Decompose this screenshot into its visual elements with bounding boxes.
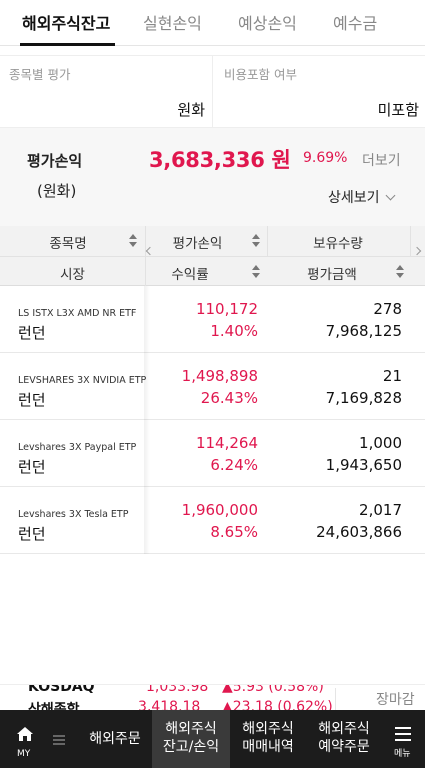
nav-trade-history[interactable]: 해외주식 매매내역 xyxy=(230,710,306,768)
stock-market: 런던 xyxy=(18,525,46,543)
ticker-index-change: ▲5.93 (0.58%) xyxy=(222,684,324,695)
nav-my[interactable]: MY xyxy=(0,710,44,768)
stock-rate: 1.40% xyxy=(210,322,258,340)
ticker-index-value: 1,033.98 xyxy=(146,684,209,695)
stock-value: 24,603,866 xyxy=(316,523,402,541)
summary-rate: 9.69% xyxy=(303,150,348,166)
sort-rate-icon[interactable] xyxy=(252,265,260,279)
nav-reserve-line1: 해외주식 xyxy=(318,721,370,737)
ticker-divider xyxy=(335,688,336,710)
stock-name: LS ISTX L3X AMD NR ETF xyxy=(18,308,137,319)
header-row-2: 시장 수익률 평가금액 xyxy=(0,256,425,286)
header-qty: 보유수량 xyxy=(313,236,363,252)
table-row[interactable]: LEVSHARES 3X NVIDIA ETP 런던 1,498,898 26.… xyxy=(0,353,425,420)
frozen-column-shadow xyxy=(144,286,150,554)
nav-balance[interactable]: 해외주식 잔고/손익 xyxy=(152,710,230,768)
fee-label: 비용포함 여부 xyxy=(224,67,297,82)
chevron-down-icon xyxy=(385,190,395,201)
bottom-navigation: MY 해외주문 해외주식 잔고/손익 해외주식 매매내역 해외주식 예약주문 메… xyxy=(0,710,425,768)
header-divider-1 xyxy=(145,226,146,286)
summary-label: 평가손익 xyxy=(27,152,83,170)
stock-qty: 21 xyxy=(382,367,402,385)
summary-amount: 3,683,336 원 xyxy=(149,148,291,172)
market-ticker[interactable]: KOSDAQ 1,033.98 ▲5.93 (0.58%) 상해종합 3,418… xyxy=(0,684,425,710)
header-market: 시장 xyxy=(60,267,85,283)
nav-history-line2: 매매내역 xyxy=(242,739,294,755)
tab-deposit[interactable]: 예수금 xyxy=(333,10,377,34)
tab-overseas-balance[interactable]: 해외주식잔고 xyxy=(22,10,110,34)
stock-pnl: 1,960,000 xyxy=(181,501,258,519)
stock-qty: 2,017 xyxy=(359,501,402,519)
stock-name: LEVSHARES 3X NVIDIA ETP xyxy=(18,375,147,386)
stock-name: Levshares 3X Tesla ETP xyxy=(18,509,129,520)
nav-reserve-line2: 예약주문 xyxy=(318,739,370,755)
sort-value-icon[interactable] xyxy=(396,265,404,279)
stock-name: Levshares 3X Paypal ETP xyxy=(18,442,137,453)
ticker-index-name: 상해종합 xyxy=(28,702,80,710)
active-tab-indicator xyxy=(20,43,115,46)
summary-currency: (원화) xyxy=(37,182,77,200)
stock-pnl: 1,498,898 xyxy=(181,367,258,385)
fee-select[interactable]: 미포함 xyxy=(219,99,419,120)
valuation-select[interactable]: 원화 xyxy=(5,99,205,120)
sort-pnl-icon[interactable] xyxy=(252,234,260,248)
nav-overseas-order[interactable]: 해외주문 xyxy=(80,710,150,768)
header-name[interactable]: 종목명 xyxy=(0,232,136,252)
header-row-1: 종목명 평가손익 보유수량 xyxy=(0,226,425,256)
nav-order-label: 해외주문 xyxy=(89,731,141,747)
stock-qty: 278 xyxy=(373,300,402,318)
list-icon[interactable] xyxy=(53,735,65,745)
table-row[interactable]: Levshares 3X Paypal ETP 런던 114,264 6.24%… xyxy=(0,420,425,487)
stock-rate: 8.65% xyxy=(210,523,258,541)
stock-rate: 26.43% xyxy=(200,389,258,407)
nav-reserve-label: 해외주식 예약주문 xyxy=(306,720,382,756)
tab-expected-pnl[interactable]: 예상손익 xyxy=(238,10,297,34)
menu-icon[interactable] xyxy=(395,727,411,741)
table-header: 종목명 평가손익 보유수량 시장 수익률 평가금액 xyxy=(0,226,425,286)
tab-realized-pnl[interactable]: 실현손익 xyxy=(143,10,202,34)
detail-button[interactable]: 상세보기 xyxy=(328,187,395,207)
nav-my-label: MY xyxy=(17,749,31,759)
nav-balance-label: 해외주식 잔고/손익 xyxy=(152,720,230,756)
stock-qty: 1,000 xyxy=(359,434,402,452)
filter-panel: 종목별 평가 원화 비용포함 여부 미포함 xyxy=(0,55,425,129)
nav-history-label: 해외주식 매매내역 xyxy=(230,720,306,756)
nav-menu-label: 메뉴 xyxy=(394,749,411,759)
tab-bar: 해외주식잔고 실현손익 예상손익 예수금 xyxy=(0,0,425,46)
header-pnl[interactable]: 평가손익 xyxy=(150,232,245,252)
header-value[interactable]: 평가금액 xyxy=(268,263,396,283)
detail-label: 상세보기 xyxy=(328,190,380,206)
stock-market: 런던 xyxy=(18,324,46,342)
nav-reserve-order[interactable]: 해외주식 예약주문 xyxy=(306,710,382,768)
valuation-label: 종목별 평가 xyxy=(9,67,71,82)
nav-balance-line2: 잔고/손익 xyxy=(162,739,220,755)
stock-value: 7,968,125 xyxy=(325,322,402,340)
pnl-summary: 평가손익 (원화) 3,683,336 원 9.69% 더보기 상세보기 xyxy=(0,128,425,226)
nav-history-line1: 해외주식 xyxy=(242,721,294,737)
more-button[interactable]: 더보기 xyxy=(362,150,401,170)
stock-pnl: 114,264 xyxy=(195,434,258,452)
market-status: 장마감 xyxy=(376,692,415,708)
filter-divider xyxy=(212,56,213,129)
stock-value: 1,943,650 xyxy=(325,456,402,474)
header-divider-2 xyxy=(267,226,268,256)
stock-pnl: 110,172 xyxy=(195,300,258,318)
nav-balance-line1: 해외주식 xyxy=(165,721,217,737)
home-icon xyxy=(17,727,33,741)
header-divider-3 xyxy=(410,226,411,256)
table-row[interactable]: LS ISTX L3X AMD NR ETF 런던 110,172 1.40% … xyxy=(0,286,425,353)
header-rate[interactable]: 수익률 xyxy=(150,263,230,283)
table-row[interactable]: Levshares 3X Tesla ETP 런던 1,960,000 8.65… xyxy=(0,487,425,554)
ticker-index-change: ▲23.18 (0.62%) xyxy=(222,699,333,710)
ticker-index-name: KOSDAQ xyxy=(28,684,95,695)
stock-market: 런던 xyxy=(18,458,46,476)
stock-value: 7,169,828 xyxy=(325,389,402,407)
ticker-index-value: 3,418.18 xyxy=(138,699,201,710)
stock-rate: 6.24% xyxy=(210,456,258,474)
sort-name-icon[interactable] xyxy=(129,234,137,248)
stock-market: 런던 xyxy=(18,391,46,409)
